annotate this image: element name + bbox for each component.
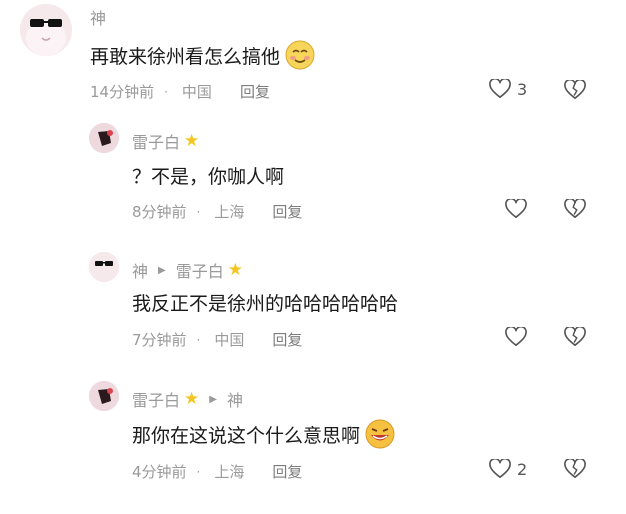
comment-text: 我反正不是徐州的哈哈哈哈哈哈 — [132, 289, 398, 316]
like-button[interactable] — [505, 327, 533, 347]
comment-meta: 14分钟前 · 中国 回复 — [90, 81, 270, 102]
avatar[interactable] — [89, 381, 119, 411]
heart-outline-icon — [505, 327, 527, 346]
reply-button[interactable]: 回复 — [272, 329, 302, 350]
triangle-right-icon: ▶ — [158, 264, 166, 276]
broken-heart-icon[interactable] — [564, 80, 586, 100]
comment-text-label: 我反正不是徐州的哈哈哈哈哈哈 — [132, 293, 399, 315]
avatar[interactable] — [89, 123, 119, 153]
separator-dot: · — [196, 332, 201, 347]
username-label[interactable]: 神 — [90, 5, 106, 29]
username-label[interactable]: 神 — [132, 258, 148, 282]
reply-to-username[interactable]: 雷子白 — [176, 258, 224, 282]
avatar[interactable] — [89, 252, 119, 282]
location-label: 中国 — [181, 83, 212, 101]
timestamp: 8分钟前 — [132, 203, 187, 221]
comment-meta: 4分钟前 · 上海 回复 — [132, 461, 302, 482]
avatar[interactable] — [20, 4, 72, 56]
separator-dot: · — [164, 84, 168, 99]
comment-meta: 8分钟前 · 上海 回复 — [132, 201, 302, 222]
avatar-image-icon — [89, 381, 119, 411]
heart-outline-icon — [505, 199, 527, 218]
avatar-image-icon — [89, 123, 119, 153]
like-button[interactable]: 3 — [489, 79, 527, 99]
star-icon: ★ — [184, 388, 200, 409]
comment-text-label: 再敢来徐州看怎么搞他 — [90, 45, 281, 68]
comment-text: ？不是，你咖人啊 — [132, 162, 284, 189]
comment-meta: 7分钟前 · 中国 回复 — [132, 329, 302, 350]
broken-heart-icon[interactable] — [564, 327, 586, 347]
reply-button[interactable]: 回复 — [272, 201, 302, 222]
star-icon: ★ — [184, 130, 200, 151]
comment-text: 那你在这说这个什么意思啊 — [132, 418, 396, 450]
timestamp: 4分钟前 — [132, 463, 187, 481]
like-button[interactable] — [505, 199, 533, 219]
blushing-smile-emoji-icon — [285, 40, 315, 70]
triangle-right-icon: ▶ — [209, 393, 217, 405]
heart-outline-icon — [489, 79, 511, 98]
comment-username[interactable]: 雷子白 ★ — [132, 129, 199, 153]
comment-username[interactable]: 雷子白 ★ ▶ 神 — [132, 387, 243, 411]
separator-dot: · — [196, 204, 201, 219]
username-label[interactable]: 雷子白 — [132, 387, 180, 411]
star-icon: ★ — [227, 259, 243, 280]
avatar-image-icon — [89, 252, 119, 282]
username-label[interactable]: 雷子白 — [132, 129, 180, 153]
comment-text-label: 那你在这说这个什么意思啊 — [132, 424, 361, 447]
like-count: 3 — [517, 79, 528, 99]
reply-button[interactable]: 回复 — [272, 461, 302, 482]
heart-outline-icon — [489, 459, 511, 478]
broken-heart-icon[interactable] — [564, 199, 586, 219]
avatar-image-icon — [20, 4, 72, 56]
like-button[interactable]: 2 — [489, 459, 527, 479]
reply-button[interactable]: 回复 — [240, 81, 270, 102]
comment-username[interactable]: 神 ▶ 雷子白 ★ — [132, 258, 243, 282]
comment-text: 再敢来徐州看怎么搞他 — [90, 39, 316, 71]
timestamp: 7分钟前 — [132, 331, 187, 349]
location-label: 上海 — [214, 203, 245, 221]
comment-text-label: ？不是，你咖人啊 — [132, 166, 285, 188]
reply-to-username[interactable]: 神 — [227, 387, 243, 411]
comment-username[interactable]: 神 — [90, 5, 106, 29]
timestamp: 14分钟前 — [90, 83, 155, 101]
separator-dot: · — [196, 464, 201, 479]
grimacing-face-emoji-icon — [365, 419, 395, 449]
location-label: 上海 — [214, 463, 245, 481]
location-label: 中国 — [214, 331, 245, 349]
broken-heart-icon[interactable] — [564, 459, 586, 479]
like-count: 2 — [517, 459, 528, 479]
